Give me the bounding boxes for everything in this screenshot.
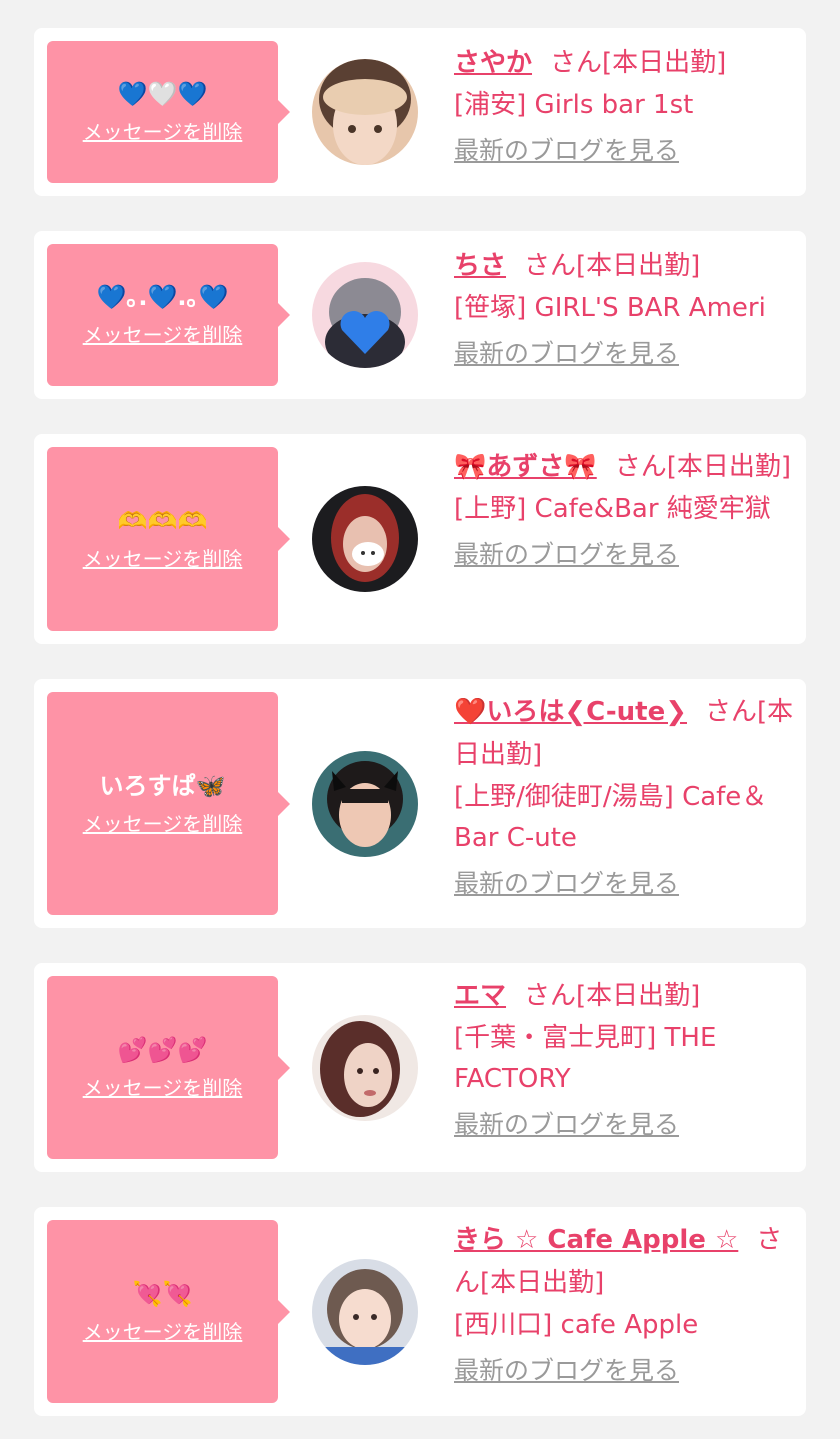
shop-name: [上野] Cafe&Bar 純愛牢獄 [454,494,771,524]
avatar[interactable] [312,751,418,857]
girl-info: ❤️いろは❮C-ute❯ さん[本日出勤] [上野/御徒町/湯島] Cafe＆Ba… [454,691,799,906]
message-tag: いろすぱ🦋 メッセージを削除 [47,692,290,915]
latest-blog-link[interactable]: 最新のブログを見る [454,867,679,901]
status-text: さん[本日出勤] [524,251,701,281]
message-tag: 🫶🫶🫶 メッセージを削除 [47,447,290,631]
message-title: 💘💘 [132,1279,193,1308]
latest-blog-link[interactable]: 最新のブログを見る [454,134,679,168]
avatar[interactable] [312,59,418,165]
message-tag: 💕💕💕 メッセージを削除 [47,976,290,1159]
status-text: さん[本日出勤] [614,452,792,482]
girl-card: いろすぱ🦋 メッセージを削除 ❤️いろは❮C-ute❯ さん[本日出勤] [上野/… [34,679,806,928]
message-title: いろすぱ🦋 [99,771,226,800]
girl-card: 💘💘 メッセージを削除 きら ☆ Cafe Apple ☆ さん[本日出勤] [西… [34,1207,806,1416]
message-title: 💙｡.💙.｡💙 [96,283,229,311]
avatar[interactable] [312,262,418,368]
delete-message-link[interactable]: メッセージを削除 [83,1073,243,1103]
message-tag: 💙🤍💙 メッセージを削除 [47,41,290,183]
delete-message-link[interactable]: メッセージを削除 [83,1317,243,1347]
latest-blog-link[interactable]: 最新のブログを見る [454,1354,679,1388]
latest-blog-link[interactable]: 最新のブログを見る [454,1108,679,1142]
shop-name: [千葉・富士見町] THE FACTORY [454,1023,717,1094]
girl-name-link[interactable]: ❤️いろは❮C-ute❯ [454,697,687,727]
girl-card: 💕💕💕 メッセージを削除 エマ さん[本日出勤] [千葉・富士見町] THE FA… [34,963,806,1172]
girl-info: 🎀あずさ🎀 さん[本日出勤] [上野] Cafe&Bar 純愛牢獄 最新のブログを… [454,446,799,577]
girl-info: ちさ さん[本日出勤] [笹塚] GIRL'S BAR Ameri 最新のブログを… [454,245,799,376]
delete-message-link[interactable]: メッセージを削除 [83,544,243,574]
message-title: 🫶🫶🫶 [117,507,208,535]
girl-info: エマ さん[本日出勤] [千葉・富士見町] THE FACTORY 最新のブログを… [454,975,799,1147]
delete-message-link[interactable]: メッセージを削除 [83,320,243,350]
delete-message-link[interactable]: メッセージを削除 [83,117,243,147]
message-title: 💕💕💕 [117,1035,208,1064]
shop-name: [西川口] cafe Apple [454,1310,699,1340]
status-text: さん[本日出勤] [524,981,701,1011]
latest-blog-link[interactable]: 最新のブログを見る [454,538,679,572]
girl-card: 💙｡.💙.｡💙 メッセージを削除 ちさ さん[本日出勤] [笹塚] GIRL'S … [34,231,806,399]
girl-name-link[interactable]: ちさ [454,251,506,281]
latest-blog-link[interactable]: 最新のブログを見る [454,337,679,371]
shop-name: [浦安] Girls bar 1st [454,90,694,120]
shop-name: [笹塚] GIRL'S BAR Ameri [454,293,766,323]
avatar[interactable] [312,1259,418,1365]
girl-card: 🫶🫶🫶 メッセージを削除 🎀あずさ🎀 さん[本日出勤] [上野] Cafe&Bar… [34,434,806,644]
message-tag: 💙｡.💙.｡💙 メッセージを削除 [47,244,290,386]
girl-name-link[interactable]: さやか [454,48,532,78]
girl-info: きら ☆ Cafe Apple ☆ さん[本日出勤] [西川口] cafe App… [454,1219,799,1393]
girl-card: 💙🤍💙 メッセージを削除 さやか さん[本日出勤] [浦安] Girls bar … [34,28,806,196]
message-title: 💙🤍💙 [117,80,208,108]
shop-name: [上野/御徒町/湯島] Cafe＆Bar C-ute [454,782,768,853]
girl-name-link[interactable]: きら ☆ Cafe Apple ☆ [454,1225,738,1255]
delete-message-link[interactable]: メッセージを削除 [83,809,243,839]
avatar[interactable] [312,486,418,592]
girl-name-link[interactable]: 🎀あずさ🎀 [454,452,597,482]
avatar[interactable] [312,1015,418,1121]
girl-name-link[interactable]: エマ [454,981,506,1011]
girl-info: さやか さん[本日出勤] [浦安] Girls bar 1st 最新のブログを見る [454,42,799,173]
status-text: さん[本日出勤] [550,48,727,78]
message-tag: 💘💘 メッセージを削除 [47,1220,290,1403]
